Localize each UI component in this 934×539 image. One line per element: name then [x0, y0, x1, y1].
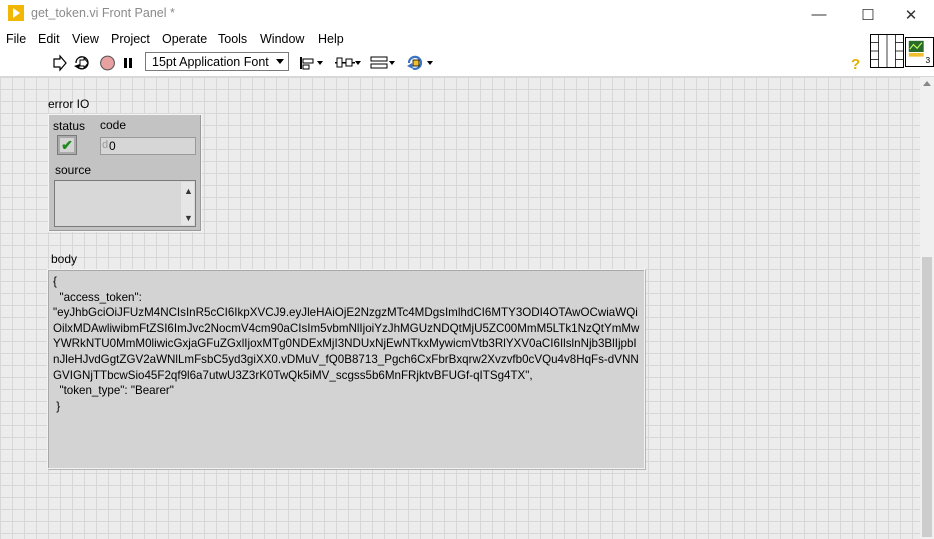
code-value: 0: [109, 139, 116, 153]
menu-edit[interactable]: Edit: [38, 32, 60, 46]
maximize-button[interactable]: ☐: [845, 0, 891, 29]
source-field[interactable]: ▲ ▼: [54, 180, 196, 227]
code-field[interactable]: d 0: [100, 137, 196, 155]
close-icon: ✕: [904, 6, 918, 24]
vertical-scrollbar[interactable]: [920, 77, 934, 539]
close-button[interactable]: ✕: [888, 0, 934, 29]
menu-window[interactable]: Window: [260, 32, 304, 46]
abort-icon[interactable]: [99, 54, 116, 72]
pause-icon[interactable]: [121, 54, 135, 72]
menu-help[interactable]: Help: [318, 32, 344, 46]
font-select-value: 15pt Application Font: [152, 55, 269, 69]
title-bar: get_token.vi Front Panel * — ☐ ✕: [0, 0, 934, 29]
font-select[interactable]: 15pt Application Font: [145, 52, 289, 71]
chevron-down-icon: [276, 59, 284, 64]
radix-indicator: d: [102, 139, 109, 151]
run-arrow-icon[interactable]: [52, 54, 68, 72]
source-label: source: [55, 163, 92, 177]
maximize-icon: ☐: [861, 6, 875, 24]
window-title: get_token.vi Front Panel *: [31, 6, 175, 20]
body-label: body: [51, 252, 78, 266]
chevron-up-icon[interactable]: ▲: [184, 186, 193, 196]
menu-operate[interactable]: Operate: [162, 32, 207, 46]
labview-app-icon: [8, 5, 24, 21]
distribute-objects-icon[interactable]: [334, 54, 362, 72]
error-io-label: error IO: [48, 97, 90, 111]
svg-text:?: ?: [851, 56, 860, 72]
code-label: code: [100, 118, 127, 132]
menu-project[interactable]: Project: [111, 32, 150, 46]
body-text: { "access_token": "eyJhbGciOiJFUzM4NCIsI…: [53, 275, 640, 413]
vi-icon[interactable]: 3: [905, 37, 934, 67]
body-string-indicator[interactable]: { "access_token": "eyJhbGciOiJFUzM4NCIsI…: [47, 269, 645, 469]
menu-view[interactable]: View: [72, 32, 99, 46]
checkmark-icon: ✔: [60, 136, 74, 153]
align-objects-icon[interactable]: [298, 54, 326, 72]
menu-bar: File Edit View Project Operate Tools Win…: [0, 29, 934, 49]
reorder-icon[interactable]: [405, 54, 435, 72]
status-label: status: [53, 119, 86, 133]
svg-text:3: 3: [926, 55, 931, 65]
run-continuously-icon[interactable]: [73, 54, 91, 72]
menu-tools[interactable]: Tools: [218, 32, 247, 46]
connector-pane-icon[interactable]: [870, 34, 904, 68]
scrollbar-thumb[interactable]: [922, 257, 932, 537]
resize-objects-icon[interactable]: [369, 54, 397, 72]
help-icon[interactable]: ?: [848, 54, 864, 72]
scroll-up-icon[interactable]: [923, 81, 931, 86]
menu-file[interactable]: File: [6, 32, 26, 46]
chevron-down-icon[interactable]: ▼: [184, 213, 193, 223]
toolbar: 15pt Application Font ?: [0, 49, 934, 77]
minimize-icon: —: [811, 6, 827, 23]
status-indicator: ✔: [57, 135, 77, 155]
minimize-button[interactable]: —: [796, 0, 842, 29]
source-scrollbar[interactable]: ▲ ▼: [181, 182, 194, 225]
